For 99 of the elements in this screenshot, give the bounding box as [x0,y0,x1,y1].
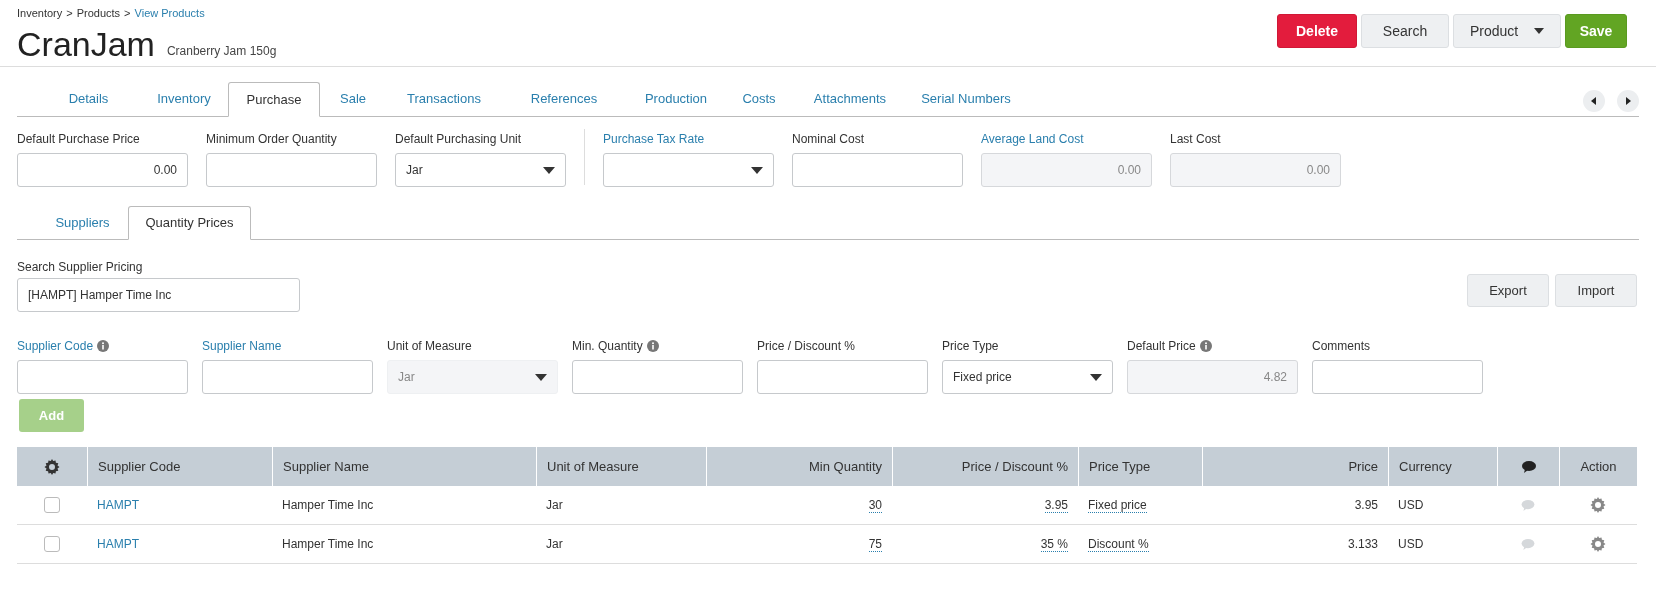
tab[interactable]: Purchase [228,82,320,117]
tab[interactable]: Details [37,82,140,116]
table-cell-text: USD [1398,536,1424,553]
breadcrumb-item[interactable]: Products [76,5,121,22]
column-header[interactable]: Unit of Measure [536,447,706,486]
field-label: Search Supplier Pricing [17,259,144,274]
caret-icon [1534,28,1545,34]
supplier-link[interactable]: HAMPT [97,535,139,553]
dropdown-button[interactable]: Product [1453,14,1561,48]
caret-icon [535,373,547,381]
caret-icon [543,166,555,174]
column-header[interactable]: Supplier Name [272,447,536,486]
product-subtitle: Cranberry Jam 150g [166,42,277,60]
input-field[interactable] [792,153,963,187]
action-button[interactable]: Export [1467,274,1549,307]
column-header[interactable]: Currency [1388,447,1497,486]
comment-icon[interactable] [1521,499,1535,511]
field-label: Unit of Measure [387,338,472,355]
info-icon [1199,340,1212,352]
settings-icon[interactable] [44,458,60,475]
field-label: Last Cost [1170,131,1221,148]
input-field[interactable] [1312,360,1483,394]
search-field[interactable]: [HAMPT] Hamper Time Inc [17,278,300,312]
info-icon [646,340,659,352]
column-header[interactable]: Price Type [1078,447,1202,486]
editable-cell[interactable]: Discount % [1088,536,1149,552]
editable-cell[interactable]: 3.95 [1044,497,1068,513]
tab[interactable]: Serial Numbers [908,82,1024,116]
input-field[interactable] [202,360,373,394]
field-label[interactable]: Supplier Code [17,337,94,355]
input-field[interactable]: 0.00 [17,153,188,187]
field-label[interactable]: Purchase Tax Rate [603,130,705,148]
tab[interactable]: Suppliers [37,206,128,239]
caret-icon [1090,373,1102,381]
column-header[interactable]: Supplier Code [87,447,272,486]
table-cell-text: Jar [546,536,563,553]
column-header[interactable]: Min Quantity [706,447,892,486]
breadcrumb-item[interactable]: Inventory [17,5,63,22]
field-label: Nominal Cost [792,131,865,148]
breadcrumb-link[interactable]: View Products [134,5,205,22]
select-field[interactable]: Fixed price [942,360,1113,394]
supplier-link[interactable]: HAMPT [97,496,139,514]
tab[interactable]: References [502,82,626,116]
table-cell-text: 3.133 [1347,536,1378,553]
action-button[interactable]: Delete [1277,14,1357,48]
row-checkbox[interactable] [44,497,60,513]
select-field[interactable] [603,153,774,187]
input-field: 0.00 [1170,153,1341,187]
field-label: Minimum Order Quantity [206,131,337,148]
settings-icon[interactable] [1590,536,1606,552]
table-cell-text: 3.95 [1354,497,1378,514]
caret-icon [751,166,763,174]
input-field[interactable] [572,360,743,394]
field-label: Default Price [1127,338,1196,355]
table-cell-text: Jar [546,497,563,514]
editable-cell[interactable]: 75 [868,536,882,552]
editable-cell[interactable]: Fixed price [1088,497,1147,513]
field-label: Price / Discount % [757,338,856,355]
table-cell-text: USD [1398,497,1424,514]
field-label: Comments [1312,338,1370,355]
tab[interactable]: Quantity Prices [128,206,251,240]
tab[interactable]: Attachments [792,82,908,116]
field-label[interactable]: Average Land Cost [981,130,1084,148]
column-header[interactable]: Action [1559,447,1637,486]
table-cell-text: Hamper Time Inc [282,497,374,514]
scroll-right-button[interactable] [1617,90,1639,112]
column-header[interactable]: Price / Discount % [892,447,1078,486]
tab[interactable]: Transactions [386,82,502,116]
field-label: Min. Quantity [572,338,643,355]
input-field[interactable] [757,360,928,394]
field-label: Default Purchasing Unit [395,131,522,148]
field-label[interactable]: Supplier Name [202,337,282,355]
input-field[interactable] [206,153,377,187]
tab[interactable]: Production [626,82,726,116]
input-field: 0.00 [981,153,1152,187]
tab[interactable]: Sale [320,82,386,116]
field-label: Price Type [942,338,999,355]
table-cell-text: Hamper Time Inc [282,536,374,553]
editable-cell[interactable]: 30 [868,497,882,513]
product-title: CranJam [17,23,155,64]
action-button[interactable]: Import [1555,274,1637,307]
comment-icon[interactable] [1521,538,1535,550]
scroll-left-button[interactable] [1583,90,1605,112]
row-checkbox[interactable] [44,536,60,552]
breadcrumb-separator: > [124,6,131,21]
select-field: Jar [387,360,558,394]
settings-icon[interactable] [1590,497,1606,513]
action-button[interactable]: Search [1361,14,1449,48]
field-label: Default Purchase Price [17,131,140,148]
editable-cell[interactable]: 35 % [1040,536,1068,552]
info-icon [97,340,110,352]
comment-icon [1521,460,1536,473]
tab[interactable]: Costs [726,82,792,116]
input-field[interactable] [17,360,188,394]
input-field: 4.82 [1127,360,1298,394]
column-header[interactable]: Price [1202,447,1388,486]
select-field[interactable]: Jar [395,153,566,187]
tab[interactable]: Inventory [140,82,228,116]
breadcrumb-separator: > [66,6,73,21]
